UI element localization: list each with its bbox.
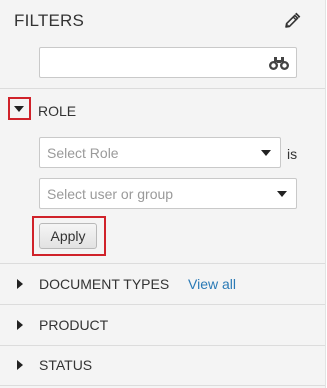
role-label: ROLE	[38, 103, 77, 119]
search-input[interactable]	[40, 48, 276, 77]
section-status[interactable]: STATUS	[0, 345, 325, 386]
triangle-down-icon	[14, 106, 24, 112]
filters-panel: FILTERS ROLE Select Role is Select user …	[0, 0, 326, 388]
role-select[interactable]: Select Role	[39, 137, 281, 168]
apply-highlight: Apply	[32, 216, 106, 256]
role-select-placeholder: Select Role	[47, 145, 119, 161]
section-document-types[interactable]: DOCUMENT TYPES View all	[0, 264, 325, 305]
search-field[interactable]	[39, 47, 297, 78]
section-label: STATUS	[39, 357, 93, 373]
chevron-down-icon	[277, 191, 287, 197]
view-all-link[interactable]: View all	[188, 276, 236, 292]
triangle-right-icon	[17, 360, 23, 370]
section-label: DOCUMENT TYPES	[39, 276, 170, 292]
section-label: PRODUCT	[39, 317, 109, 333]
role-toggle[interactable]	[8, 97, 31, 120]
is-label: is	[287, 146, 298, 162]
triangle-right-icon	[17, 320, 23, 330]
user-group-select[interactable]: Select user or group	[39, 178, 297, 209]
section-product[interactable]: PRODUCT	[0, 305, 325, 346]
role-section: ROLE Select Role is Select user or group…	[0, 89, 325, 264]
chevron-down-icon	[261, 150, 271, 156]
filters-title: FILTERS	[14, 11, 85, 30]
triangle-right-icon	[17, 279, 23, 289]
pencil-icon[interactable]	[283, 12, 301, 30]
apply-button[interactable]: Apply	[39, 223, 97, 249]
user-group-select-placeholder: Select user or group	[47, 186, 174, 202]
binoculars-icon[interactable]	[268, 54, 290, 72]
filters-header: FILTERS	[0, 0, 325, 89]
